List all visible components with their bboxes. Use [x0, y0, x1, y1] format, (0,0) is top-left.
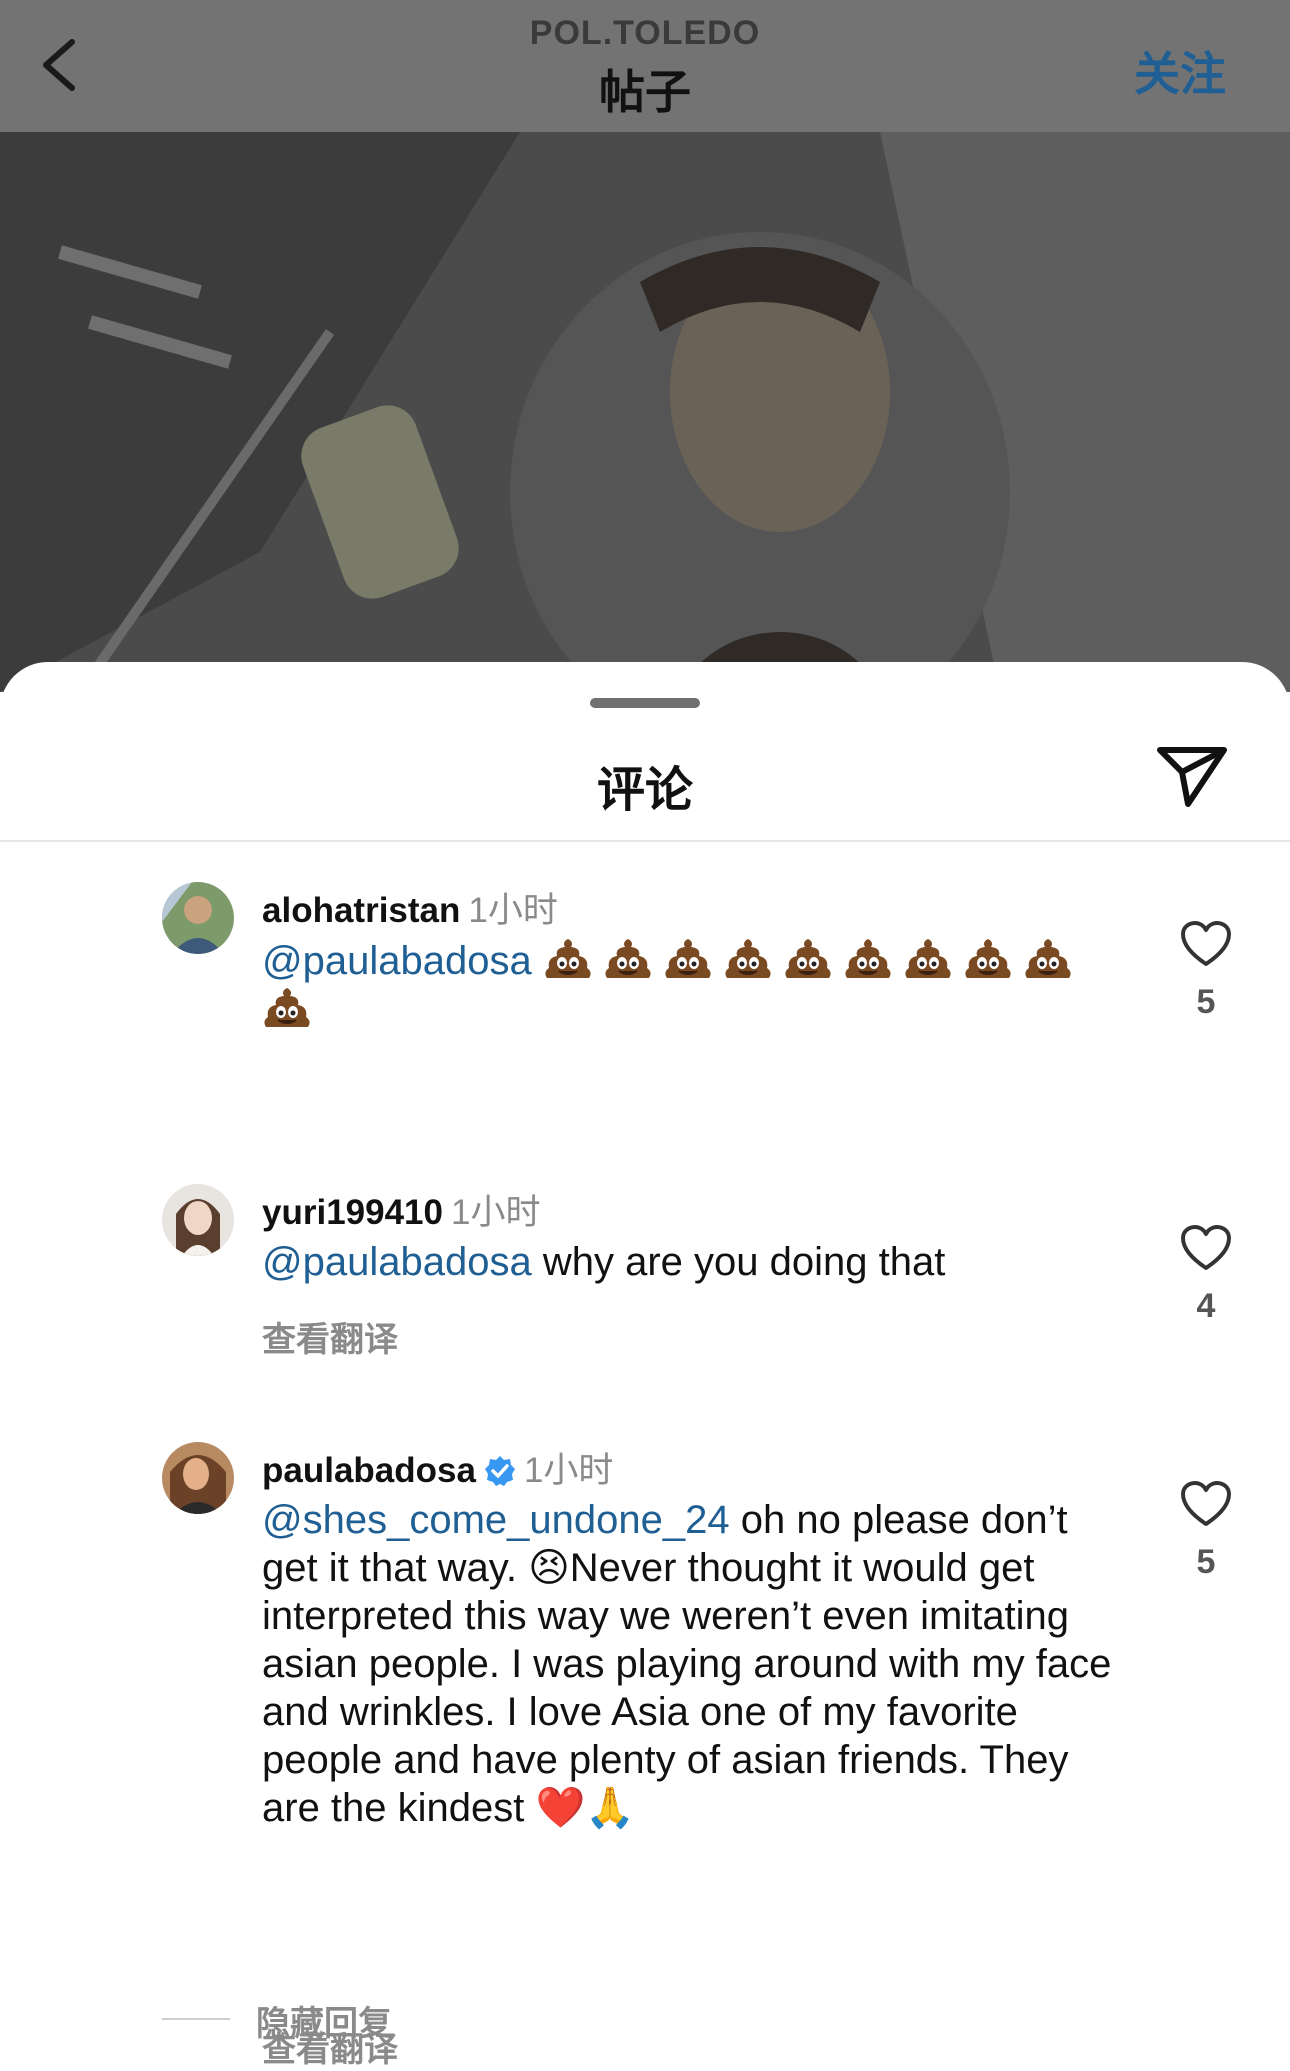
comment-username[interactable]: yuri199410: [262, 1193, 443, 1232]
share-button[interactable]: [1154, 742, 1230, 810]
comment-username[interactable]: alohatristan: [262, 891, 460, 930]
avatar[interactable]: [162, 1184, 234, 1256]
poop-emoji: [965, 939, 1011, 978]
folded-hands-emoji: 🙏: [585, 1785, 636, 1831]
like-count: 5: [1196, 1543, 1216, 1581]
post-photo: [0, 132, 1290, 692]
persevering-face-emoji: 😣: [528, 1545, 570, 1591]
comment-time: 1小时: [450, 1193, 541, 1232]
comment-mention[interactable]: @paulabadosa: [262, 939, 532, 983]
comment-mention[interactable]: @paulabadosa: [262, 1240, 532, 1284]
heart-icon: [1181, 921, 1231, 966]
comment-username[interactable]: paulabadosa: [262, 1451, 476, 1490]
account-name: POL.TOLEDO: [529, 14, 761, 52]
hide-replies-button[interactable]: 隐藏回复: [256, 1996, 392, 2045]
sheet-grabber[interactable]: [590, 698, 700, 708]
avatar[interactable]: [162, 1442, 234, 1514]
poop-emoji: [605, 939, 651, 978]
red-heart-emoji: ❤️: [535, 1785, 586, 1831]
sheet-divider: [0, 840, 1290, 842]
replies-divider-line: [162, 2018, 230, 2020]
comment-mention[interactable]: @shes_come_undone_24: [262, 1498, 730, 1542]
like-button[interactable]: 5: [1176, 920, 1236, 1022]
heart-icon: [1181, 1225, 1231, 1270]
poop-emoji: [264, 988, 310, 1027]
poop-emoji: [545, 939, 591, 978]
comment-time: 1小时: [468, 891, 558, 930]
top-nav-bar: POL.TOLEDO 帖子 关注: [0, 0, 1290, 132]
comment-time: 1小时: [523, 1451, 614, 1490]
poop-emoji: [905, 939, 951, 978]
poop-emoji: [1025, 939, 1071, 978]
like-count: 5: [1196, 983, 1216, 1021]
see-translation-link[interactable]: 查看翻译: [262, 1312, 398, 1361]
poop-emoji: [725, 939, 771, 978]
poop-emoji: [845, 939, 891, 978]
comments-sheet: 评论 alohatristan 1小时 @paulabadosa 5 yuri1…: [0, 662, 1290, 2069]
comment-body: @shes_come_undone_24 oh no please don’t …: [262, 1496, 1122, 1832]
poop-emoji: [665, 939, 711, 978]
like-button[interactable]: 5: [1176, 1480, 1236, 1582]
heart-icon: [1181, 1481, 1231, 1526]
comment-text: why are you doing that: [531, 1240, 946, 1284]
verified-badge-icon: [484, 1456, 515, 1486]
follow-button[interactable]: 关注: [1134, 38, 1226, 104]
sheet-title: 评论: [596, 764, 693, 817]
paper-plane-icon: [1157, 747, 1227, 807]
comment-body: @paulabadosa why are you doing that: [262, 1238, 1122, 1286]
poop-emoji: [785, 939, 831, 978]
like-button[interactable]: 4: [1176, 1224, 1236, 1326]
like-count: 4: [1196, 1287, 1216, 1325]
page-title: 帖子: [599, 66, 691, 118]
avatar[interactable]: [162, 882, 234, 954]
comment-body: @paulabadosa: [262, 936, 1122, 1034]
